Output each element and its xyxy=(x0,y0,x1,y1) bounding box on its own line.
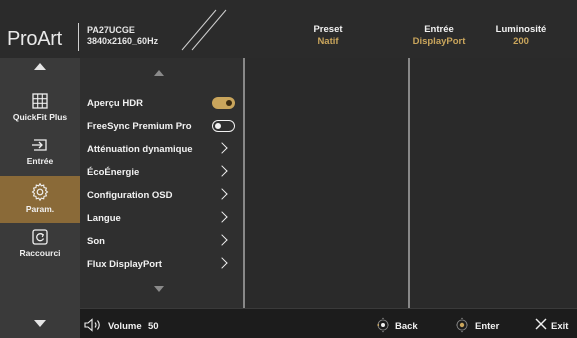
brightness-label: Luminosité xyxy=(495,24,547,35)
input-label: Entrée xyxy=(424,24,454,35)
menu-item-attenuation[interactable]: Atténuation dynamique xyxy=(87,141,237,159)
model-info: PA27UCGE 3840x2160_60Hz xyxy=(87,25,158,47)
preset-status: Preset Natif xyxy=(300,24,356,48)
close-icon xyxy=(535,318,547,330)
gear-icon xyxy=(31,183,49,201)
menu-scroll-up-icon[interactable] xyxy=(154,70,164,76)
menu-item-freesync[interactable]: FreeSync Premium Pro xyxy=(87,118,237,136)
chevron-right-icon xyxy=(216,142,228,154)
nav-item-label: Param. xyxy=(25,204,55,214)
nav-down-arrow-icon[interactable] xyxy=(34,320,46,327)
logo-divider xyxy=(78,23,79,51)
resolution-text: 3840x2160_60Hz xyxy=(87,36,159,46)
menu-scroll-down-icon[interactable] xyxy=(154,286,164,292)
exit-label[interactable]: Exit xyxy=(551,321,568,332)
nav-up-arrow-icon[interactable] xyxy=(34,63,46,70)
joystick-left-icon xyxy=(377,317,389,333)
volume-label: Volume xyxy=(108,321,142,332)
submenu-panel xyxy=(245,58,408,308)
brightness-value: 200 xyxy=(513,36,529,47)
menu-item-label: Langue xyxy=(87,213,121,224)
preset-label: Preset xyxy=(313,24,343,35)
input-value: DisplayPort xyxy=(412,36,466,47)
chevron-right-icon xyxy=(216,234,228,246)
nav-item-label: QuickFit Plus xyxy=(12,112,68,122)
enter-label[interactable]: Enter xyxy=(475,321,499,332)
decorative-slashes xyxy=(181,9,227,51)
menu-item-langue[interactable]: Langue xyxy=(87,210,237,228)
nav-item-label: Entrée xyxy=(26,156,54,166)
menu-item-label: Son xyxy=(87,236,105,247)
toggle-off-icon[interactable] xyxy=(212,120,235,132)
input-status: Entrée DisplayPort xyxy=(403,24,475,48)
value-panel xyxy=(410,58,577,308)
joystick-press-icon xyxy=(456,317,468,333)
menu-item-label: FreeSync Premium Pro xyxy=(87,121,192,132)
menu-item-ecoenergie[interactable]: ÉcoÉnergie xyxy=(87,164,237,182)
header-bar: ProArt PA27UCGE 3840x2160_60Hz Preset Na… xyxy=(0,0,577,58)
menu-item-label: Aperçu HDR xyxy=(87,98,143,109)
nav-item-raccourci[interactable]: Raccourci xyxy=(0,229,80,269)
brightness-status: Luminosité 200 xyxy=(483,24,559,48)
menu-item-label: Atténuation dynamique xyxy=(87,144,193,155)
toggle-on-icon[interactable] xyxy=(212,97,235,109)
footer-bar: Volume 50 Back Enter Exit xyxy=(80,308,577,338)
chevron-right-icon xyxy=(216,165,228,177)
volume-value: 50 xyxy=(148,321,159,332)
menu-item-label: ÉcoÉnergie xyxy=(87,167,140,178)
model-name: PA27UCGE xyxy=(87,25,135,35)
speaker-icon xyxy=(84,318,100,332)
chevron-right-icon xyxy=(216,211,228,223)
input-icon xyxy=(32,139,47,151)
menu-item-apercu-hdr[interactable]: Aperçu HDR xyxy=(87,95,237,113)
proart-logo: ProArt xyxy=(7,28,62,50)
nav-item-param[interactable]: Param. xyxy=(0,176,80,223)
menu-item-label: Configuration OSD xyxy=(87,190,173,201)
shortcut-icon xyxy=(32,229,48,245)
menu-item-flux-displayport[interactable]: Flux DisplayPort xyxy=(87,256,237,274)
nav-item-quickfit[interactable]: QuickFit Plus xyxy=(0,93,80,133)
chevron-right-icon xyxy=(216,188,228,200)
menu-item-son[interactable]: Son xyxy=(87,233,237,251)
back-label[interactable]: Back xyxy=(395,321,418,332)
nav-item-entree[interactable]: Entrée xyxy=(0,137,80,177)
menu-item-label: Flux DisplayPort xyxy=(87,259,162,270)
preset-value: Natif xyxy=(317,36,339,47)
menu-item-config-osd[interactable]: Configuration OSD xyxy=(87,187,237,205)
nav-item-label: Raccourci xyxy=(19,248,61,258)
chevron-right-icon xyxy=(216,257,228,269)
grid-icon xyxy=(32,93,48,109)
